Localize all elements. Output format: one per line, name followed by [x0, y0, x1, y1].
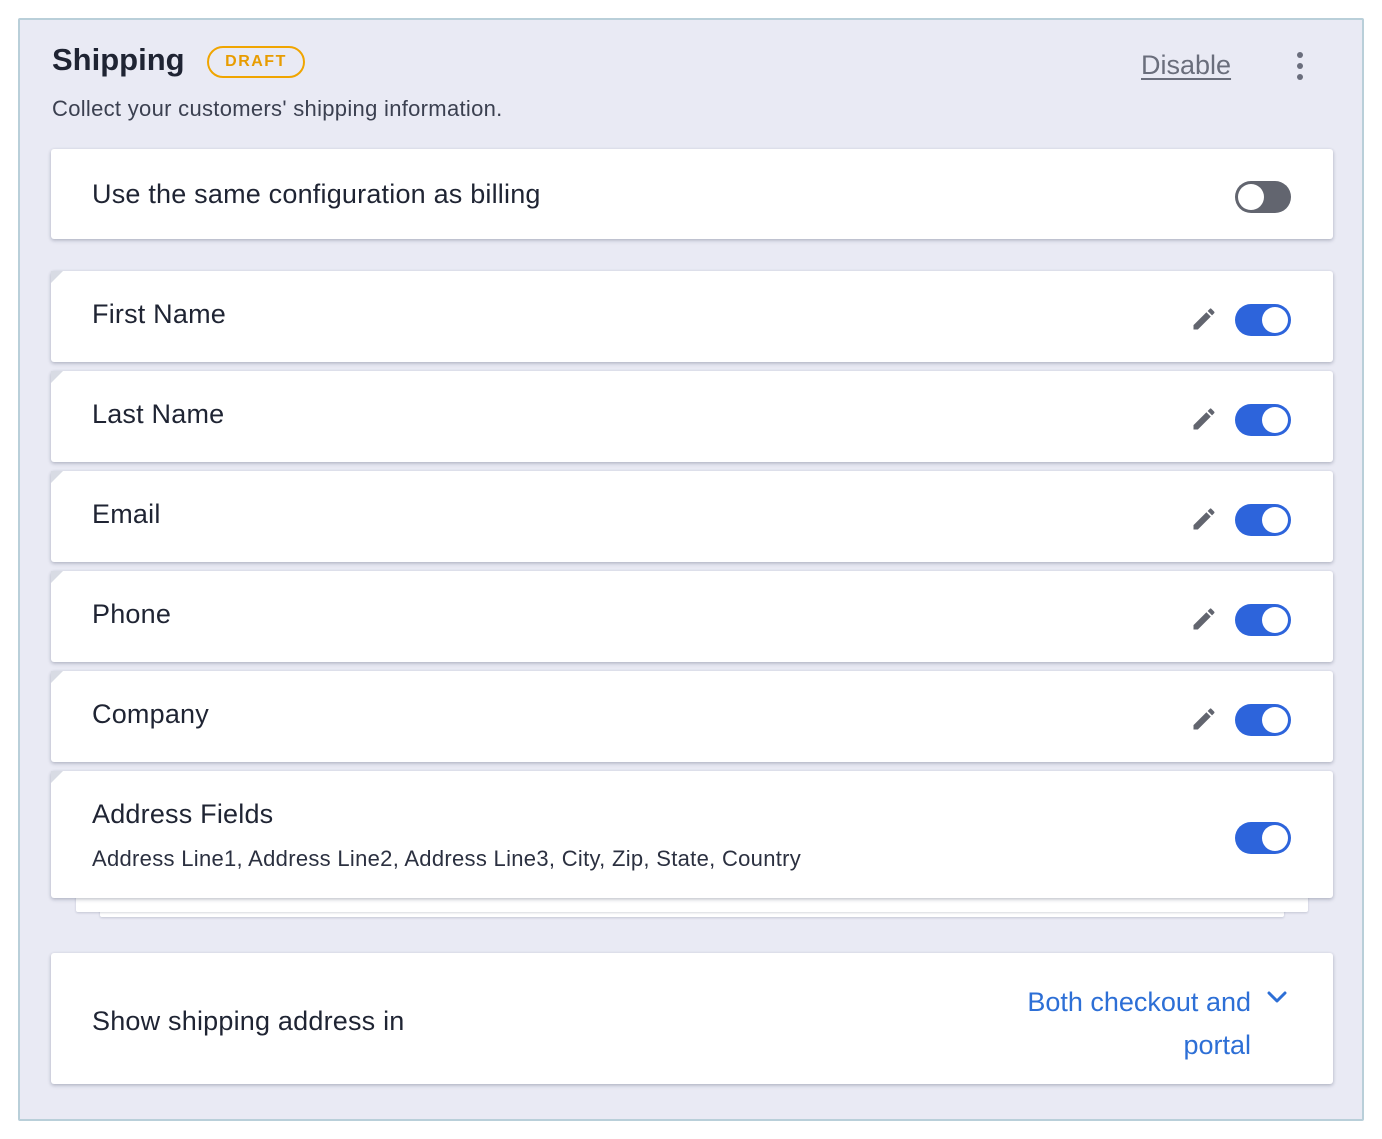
draft-badge: DRAFT	[207, 46, 305, 78]
dropdown-value-line1: Both checkout and	[1027, 987, 1251, 1017]
dropdown-value-line2: portal	[1183, 1030, 1251, 1060]
drag-corner-icon	[51, 671, 63, 683]
show-address-label: Show shipping address in	[92, 1006, 405, 1036]
show-address-card: Show shipping address in Both checkout a…	[51, 953, 1333, 1084]
pencil-icon[interactable]	[1190, 505, 1218, 533]
more-vertical-icon[interactable]	[1288, 52, 1312, 80]
field-row-phone[interactable]: Phone	[51, 571, 1333, 662]
disable-link[interactable]: Disable	[1141, 50, 1231, 81]
field-row-address[interactable]: Address Fields Address Line1, Address Li…	[51, 771, 1333, 898]
section-subtitle: Collect your customers' shipping informa…	[52, 96, 503, 121]
field-label: Phone	[92, 599, 172, 629]
address-toggle[interactable]	[1235, 822, 1291, 854]
drag-corner-icon	[51, 471, 63, 483]
field-row-last-name[interactable]: Last Name	[51, 371, 1333, 462]
field-toggle[interactable]	[1235, 504, 1291, 536]
field-toggle[interactable]	[1235, 304, 1291, 336]
drag-corner-icon	[51, 371, 63, 383]
show-address-dropdown[interactable]: Both checkout and portal	[1001, 981, 1251, 1067]
address-label: Address Fields	[92, 799, 274, 829]
field-label: First Name	[92, 299, 227, 329]
pencil-icon[interactable]	[1190, 705, 1218, 733]
drag-corner-icon	[51, 271, 63, 283]
same-as-billing-toggle[interactable]	[1235, 181, 1291, 213]
field-label: Email	[92, 499, 161, 529]
same-as-billing-label: Use the same configuration as billing	[92, 179, 541, 209]
same-as-billing-card: Use the same configuration as billing	[51, 149, 1333, 239]
field-label: Last Name	[92, 399, 225, 429]
drag-corner-icon	[51, 771, 63, 783]
field-row-first-name[interactable]: First Name	[51, 271, 1333, 362]
pencil-icon[interactable]	[1190, 605, 1218, 633]
address-sub-label: Address Line1, Address Line2, Address Li…	[92, 846, 802, 871]
field-row-company[interactable]: Company	[51, 671, 1333, 762]
drag-corner-icon	[51, 571, 63, 583]
pencil-icon[interactable]	[1190, 305, 1218, 333]
field-toggle[interactable]	[1235, 604, 1291, 636]
field-row-email[interactable]: Email	[51, 471, 1333, 562]
field-label: Company	[92, 699, 209, 729]
chevron-down-icon[interactable]	[1267, 991, 1287, 1005]
shipping-panel: Shipping DRAFT Collect your customers' s…	[18, 18, 1364, 1121]
field-toggle[interactable]	[1235, 704, 1291, 736]
pencil-icon[interactable]	[1190, 405, 1218, 433]
section-title: Shipping	[52, 42, 185, 77]
field-toggle[interactable]	[1235, 404, 1291, 436]
